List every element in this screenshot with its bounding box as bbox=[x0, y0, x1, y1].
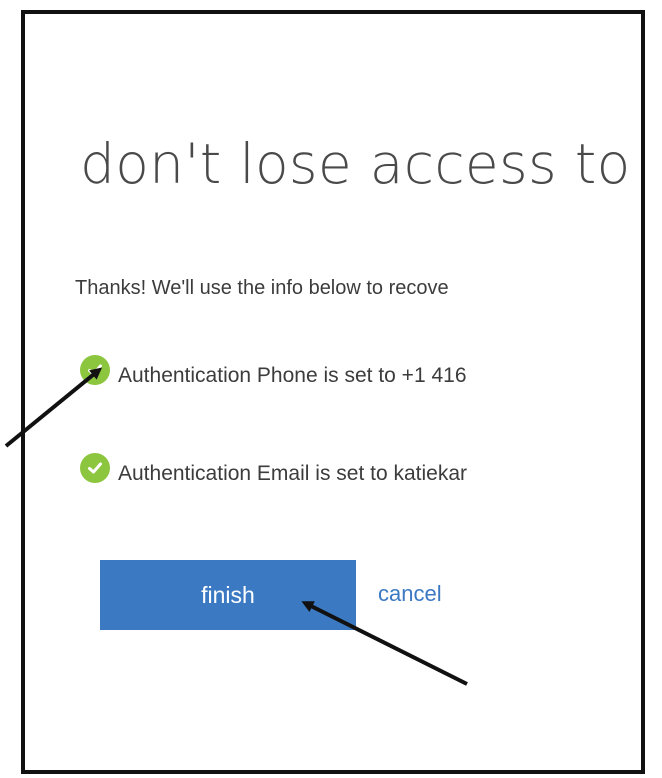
phone-status-text: Authentication Phone is set to +1 416 bbox=[118, 364, 467, 387]
check-circle-icon bbox=[80, 355, 110, 385]
email-status-row: Authentication Email is set to katiekar bbox=[80, 453, 468, 494]
screenshot-frame: don't lose access to Thanks! We'll use t… bbox=[21, 10, 645, 774]
check-circle-icon bbox=[80, 453, 110, 483]
email-status-text: Authentication Email is set to katiekar bbox=[118, 462, 468, 485]
phone-status-row: Authentication Phone is set to +1 416 bbox=[80, 355, 467, 396]
cancel-link[interactable]: cancel bbox=[378, 580, 442, 608]
intro-text: Thanks! We'll use the info below to reco… bbox=[75, 277, 449, 299]
page-title: don't lose access to bbox=[80, 132, 631, 196]
finish-button[interactable]: finish bbox=[100, 560, 356, 630]
